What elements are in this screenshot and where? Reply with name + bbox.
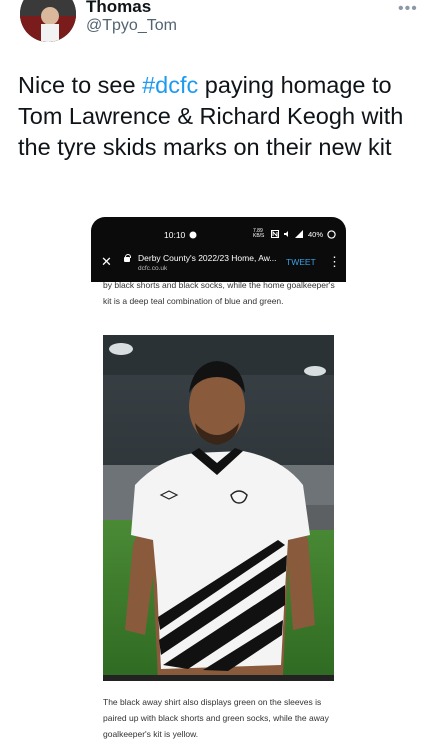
notification-icon: [189, 231, 197, 239]
page-domain: dcfc.co.uk: [138, 265, 168, 272]
more-options-icon[interactable]: •••: [398, 0, 418, 18]
status-indicators: 7.89 KB/S 40%: [253, 229, 336, 239]
tweet-button[interactable]: TWEET: [286, 257, 316, 267]
article-text-bottom: The black away shirt also displays green…: [103, 697, 329, 739]
url-bar[interactable]: ✕ Derby County's 2022/23 Home, Aw... dcf…: [91, 247, 346, 279]
kit-photo: [103, 335, 334, 681]
article-text-top: by black shorts and black socks, while t…: [103, 280, 335, 306]
status-time: 10:10: [164, 230, 186, 240]
tweet-text: Nice to see #dcfc paying homage to Tom L…: [18, 70, 423, 163]
close-icon[interactable]: ✕: [101, 254, 112, 270]
browser-header: 10:10 7.89 KB/S 40% ✕ Derby County's 202…: [91, 217, 346, 282]
tweet-text-prefix: Nice to see: [18, 72, 143, 98]
signal-icon: [295, 230, 303, 238]
avatar[interactable]: [20, 0, 76, 42]
hashtag-link[interactable]: #dcfc: [142, 72, 198, 98]
lock-icon: [124, 254, 131, 262]
mute-icon: [284, 231, 288, 237]
nfc-icon: [271, 230, 279, 238]
network-speed: 7.89 KB/S: [253, 228, 265, 239]
player-photo-illustration: [103, 335, 334, 681]
page-title: Derby County's 2022/23 Home, Aw...: [138, 253, 277, 263]
author-name[interactable]: Thomas: [86, 0, 151, 17]
author-handle[interactable]: @Tpyo_Tom: [86, 17, 177, 35]
battery-level: 40%: [308, 229, 324, 239]
avatar-image: [20, 0, 76, 42]
battery-icon: [327, 229, 336, 239]
kebab-menu-icon[interactable]: ⋮: [328, 254, 341, 270]
embedded-screenshot[interactable]: 10:10 7.89 KB/S 40% ✕ Derby County's 202…: [91, 217, 346, 749]
